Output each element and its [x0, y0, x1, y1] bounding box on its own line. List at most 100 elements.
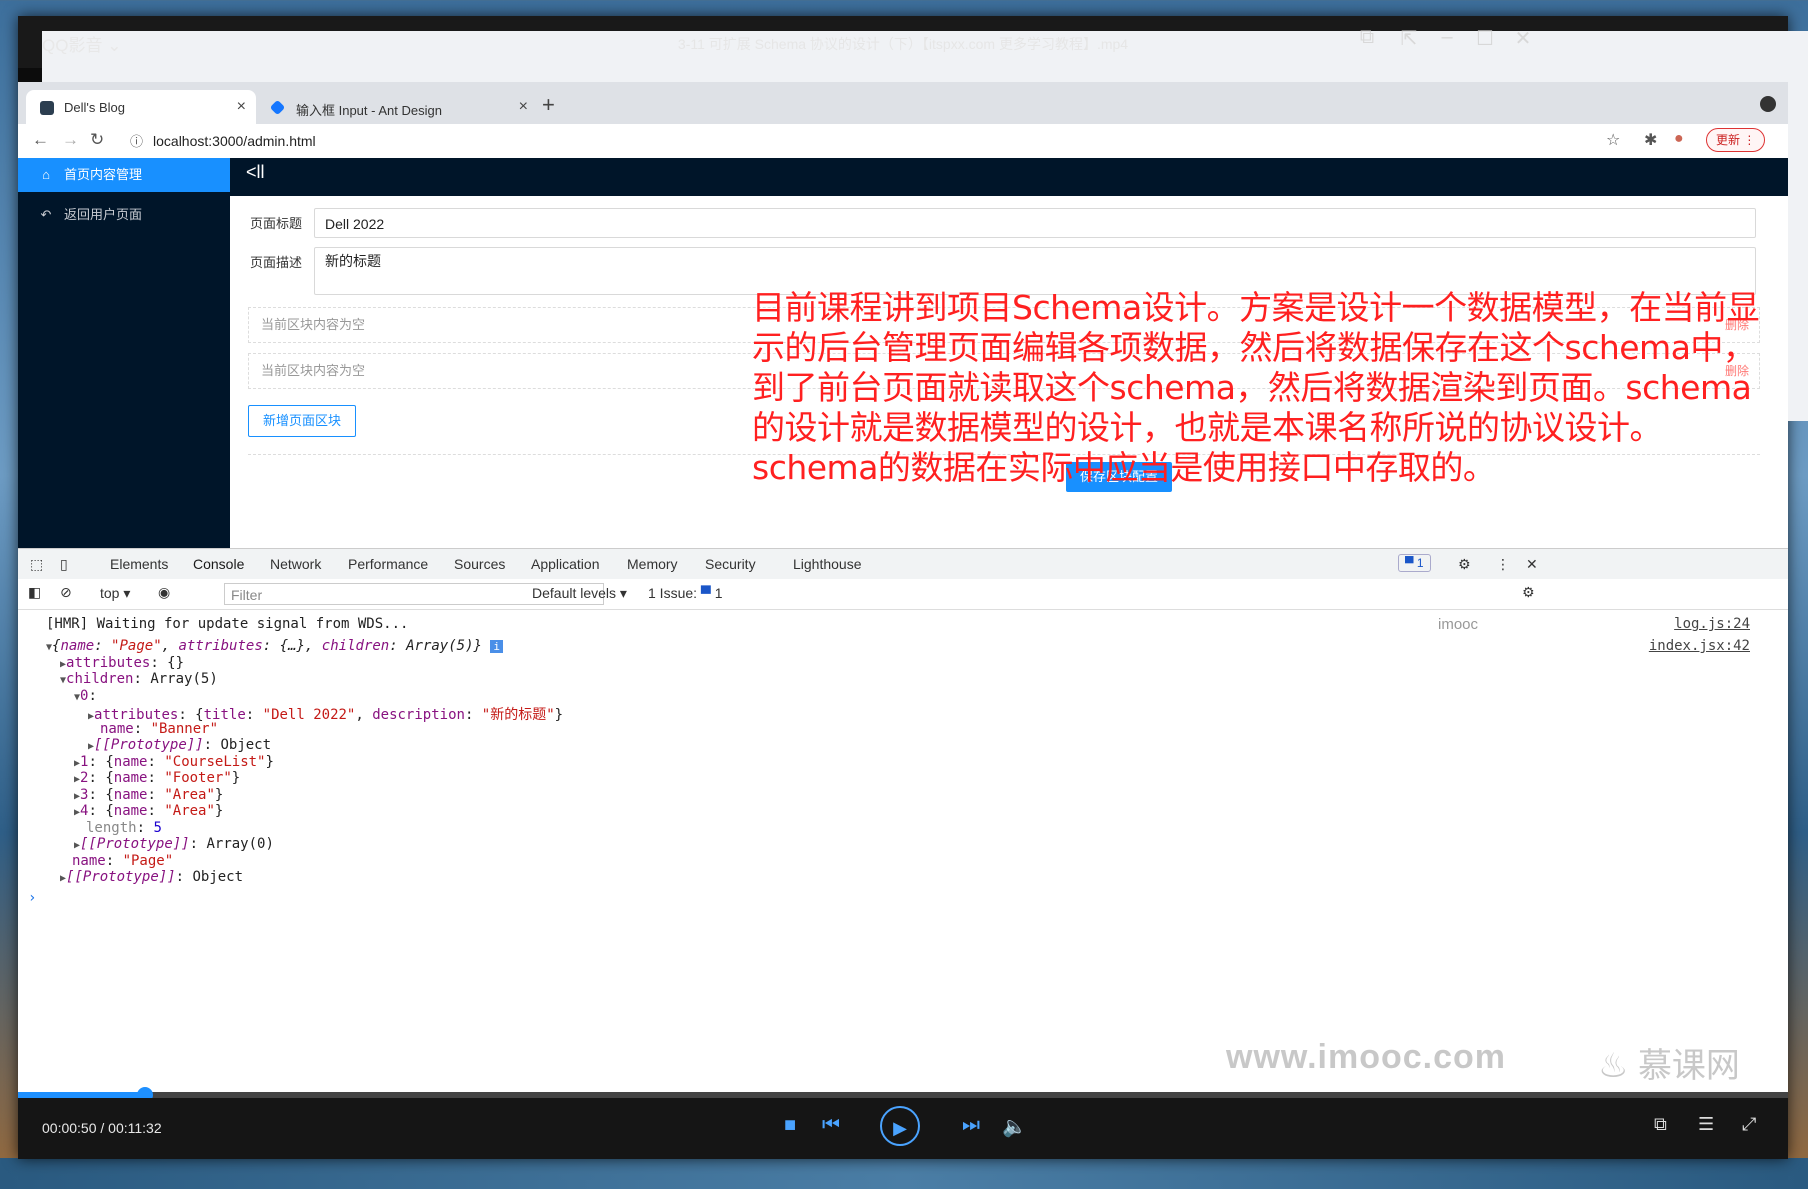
browser-tab-ant-design[interactable]: 输入框 Input - Ant Design × [258, 90, 538, 124]
sidebar-toggle-icon[interactable]: ◧ [28, 584, 41, 601]
fullscreen-icon[interactable]: ⤢ [1742, 1114, 1756, 1135]
video-player-window: QQ影音 ⌄ 3-11 可扩展 Schema 协议的设计（下）【itspxx.c… [18, 16, 1808, 1159]
site-favicon-icon [40, 101, 54, 115]
admin-sidebar: ⌂ 首页内容管理 ↶ 返回用户页面 [18, 158, 230, 548]
brand-watermark-text: 慕课网 [1637, 1047, 1740, 1085]
site-watermark: www.imooc.com [1226, 1038, 1507, 1076]
browser-tab-strip: Dell's Blog × 输入框 Input - Ant Design × + [18, 82, 1788, 124]
video-frame: Dell's Blog × 输入框 Input - Ant Design × +… [18, 82, 1788, 1094]
sidebar-item-back-to-user[interactable]: ↶ 返回用户页面 [18, 198, 230, 232]
tab-sources[interactable]: Sources [454, 556, 505, 572]
tab-elements[interactable]: Elements [110, 556, 168, 572]
tab-search-icon[interactable] [1760, 96, 1776, 112]
issues-count: 1 [714, 585, 723, 601]
tab-application[interactable]: Application [531, 556, 600, 572]
issues-counter[interactable]: 1 Issue: ▀ 1 [648, 585, 723, 601]
context-select[interactable]: top ▾ [100, 585, 130, 602]
tab-console[interactable]: Console [182, 556, 255, 581]
page-title-input[interactable]: Dell 2022 [314, 208, 1756, 238]
sidebar-item-label: 返回用户页面 [64, 207, 143, 222]
block-placeholder: 当前区块内容为空 [261, 363, 366, 378]
tree-children[interactable]: ▼children: Array(5) [60, 671, 218, 687]
pin-icon[interactable]: ⇱ [1394, 26, 1424, 51]
extensions-icon[interactable]: ✱ [1644, 130, 1657, 150]
tab-label: Dell's Blog [64, 100, 126, 115]
description-label: 页面描述 [250, 255, 303, 270]
playback-time: 00:00:50 / 00:11:32 [42, 1120, 162, 1136]
title-label: 页面标题 [250, 216, 303, 231]
more-options-icon[interactable]: ⋮ [1496, 556, 1510, 573]
desktop-taskbar-area [0, 1158, 1808, 1189]
tree-child-3[interactable]: ▶3: {name: "Area"} [74, 787, 223, 803]
bookmark-star-icon[interactable]: ☆ [1606, 130, 1620, 150]
url-field[interactable]: ⓘ localhost:3000/admin.html [130, 131, 316, 150]
brand-watermark: ♨ 慕课网 [1598, 1038, 1740, 1087]
live-expression-eye-icon[interactable]: ◉ [158, 584, 170, 601]
source-link-index[interactable]: index.jsx:42 [1649, 638, 1750, 654]
screenshot-icon[interactable]: ⧉ [1654, 1114, 1667, 1135]
update-label: 更新 [1716, 133, 1741, 147]
forward-icon[interactable]: → [62, 130, 79, 150]
stop-icon[interactable]: ■ [784, 1114, 796, 1137]
tab-memory[interactable]: Memory [627, 556, 678, 572]
url-text: localhost:3000/admin.html [153, 133, 316, 149]
inspect-element-icon[interactable]: ⬚ [30, 556, 43, 573]
info-icon: ⓘ [130, 134, 144, 149]
tree-child-0-name: name: "Banner" [100, 721, 219, 737]
play-button[interactable]: ▶ [880, 1106, 920, 1146]
player-title-bar: QQ影音 ⌄ 3-11 可扩展 Schema 协议的设计（下）【itspxx.c… [18, 16, 1808, 421]
collapse-sidebar-icon[interactable]: <ll [246, 162, 265, 183]
info-badge-icon: i [490, 640, 504, 653]
new-tab-icon[interactable]: + [542, 92, 555, 118]
address-bar-row: ← → ↻ ⓘ localhost:3000/admin.html ☆ ✱ ● 更… [18, 124, 1788, 159]
tree-child-0[interactable]: ▼0: [74, 688, 97, 704]
next-icon[interactable]: ⏭ [962, 1114, 980, 1137]
issues-badge[interactable]: ▀ 1 [1398, 554, 1431, 572]
tree-child-4[interactable]: ▶4: {name: "Area"} [74, 803, 223, 819]
play-icon: ▶ [893, 1118, 907, 1138]
sidebar-item-home-content[interactable]: ⌂ 首页内容管理 [18, 158, 230, 192]
settings-gear-icon[interactable]: ⚙ [1458, 556, 1471, 573]
reload-icon[interactable]: ↻ [90, 130, 104, 150]
issues-badge-count: 1 [1416, 556, 1424, 570]
log-levels-value: Default levels [532, 585, 617, 601]
imooc-watermark-tag: imooc [1438, 616, 1479, 633]
mini-mode-icon[interactable]: ⧉ [1352, 26, 1382, 49]
console-prompt[interactable]: › [28, 890, 36, 906]
console-toolbar: ◧ ⊘ top ▾ ◉ Filter Default levels ▾ 1 Is… [18, 579, 1788, 610]
add-block-button[interactable]: 新增页面区块 [248, 405, 356, 437]
tab-close-icon[interactable]: × [237, 98, 246, 116]
back-icon[interactable]: ← [32, 130, 49, 150]
browser-tab-dells-blog[interactable]: Dell's Blog × [26, 90, 256, 124]
tab-network[interactable]: Network [270, 556, 321, 572]
update-button[interactable]: 更新 ⋮ [1706, 128, 1766, 152]
admin-app: ⌂ 首页内容管理 ↶ 返回用户页面 <ll 页面标题 Dell 2022 页面描述 … [18, 158, 1788, 548]
tree-child-1[interactable]: ▶1: {name: "CourseList"} [74, 754, 274, 770]
settings-sliders-icon[interactable]: ☰ [1698, 1114, 1714, 1135]
tab-close-icon[interactable]: × [519, 98, 528, 116]
clear-console-icon[interactable]: ⊘ [60, 584, 72, 601]
device-toolbar-icon[interactable]: ▯ [60, 556, 68, 573]
console-settings-icon[interactable]: ⚙ [1522, 584, 1535, 601]
tab-security[interactable]: Security [705, 556, 756, 572]
close-icon[interactable]: ✕ [1508, 26, 1538, 51]
profile-avatar-icon[interactable]: ● [1674, 130, 1684, 148]
tree-children-prototype[interactable]: ▶[[Prototype]]: Array(0) [74, 836, 274, 852]
console-object-root[interactable]: ▼{name: "Page", attributes: {…}, childre… [46, 638, 504, 654]
tree-child-0-prototype[interactable]: ▶[[Prototype]]: Object [88, 737, 271, 753]
tree-children-length: length: 5 [86, 820, 162, 836]
rollback-icon: ↶ [40, 207, 52, 222]
tab-performance[interactable]: Performance [348, 556, 428, 572]
tree-root-prototype[interactable]: ▶[[Prototype]]: Object [60, 869, 243, 885]
log-levels-select[interactable]: Default levels ▾ [532, 585, 627, 602]
previous-icon[interactable]: ⏮ [822, 1114, 840, 1137]
tree-child-2[interactable]: ▶2: {name: "Footer"} [74, 770, 240, 786]
minimize-icon[interactable]: – [1432, 26, 1462, 49]
tab-lighthouse[interactable]: Lighthouse [793, 556, 862, 572]
block-placeholder: 当前区块内容为空 [261, 317, 366, 332]
volume-icon[interactable]: 🔈 [1002, 1114, 1027, 1139]
close-devtools-icon[interactable]: ✕ [1526, 556, 1538, 573]
source-link-log[interactable]: log.js:24 [1674, 616, 1750, 632]
tree-attributes[interactable]: ▶attributes: {} [60, 655, 184, 671]
maximize-icon[interactable]: ☐ [1470, 26, 1500, 51]
